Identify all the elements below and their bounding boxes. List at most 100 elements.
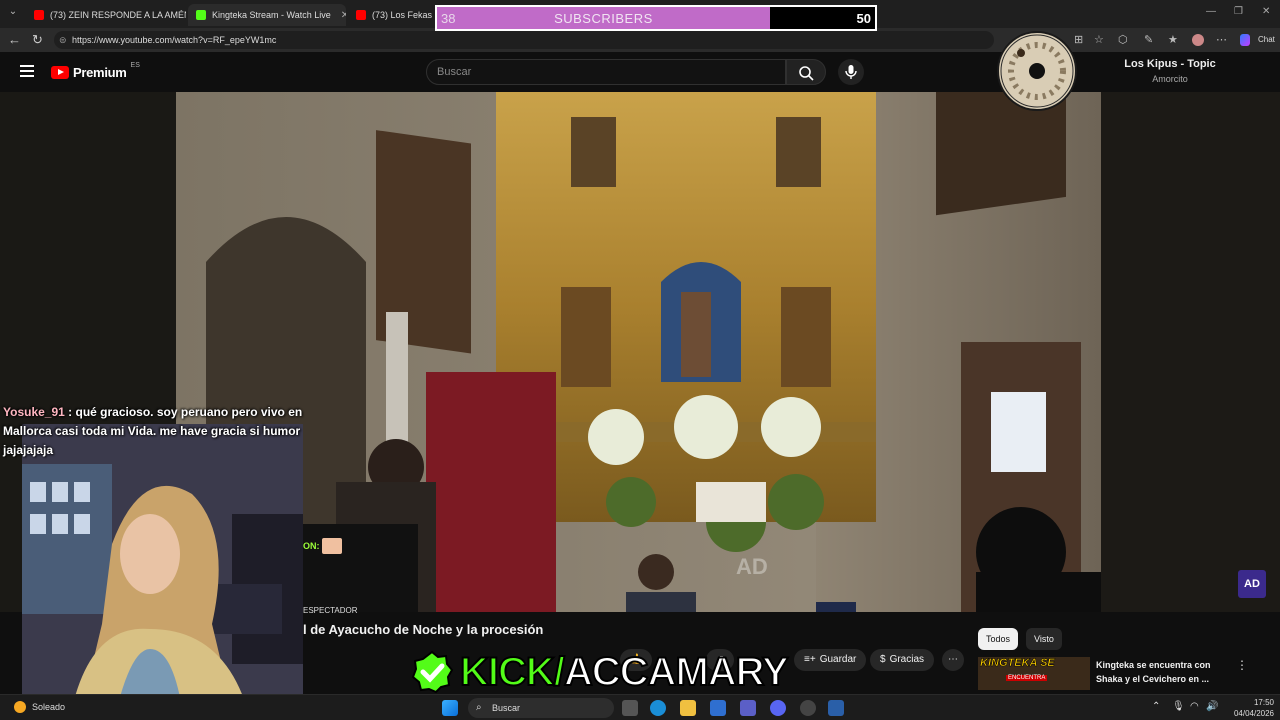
more-actions-button[interactable]: ⋯	[942, 649, 964, 671]
windows-taskbar: Soleado ⌕ Buscar ⌃ 🎙 ◠ 🔊 17:50 04/04/202…	[0, 694, 1280, 720]
overlay-on-label: ON:	[303, 541, 320, 551]
kick-favicon-icon	[196, 10, 206, 20]
search-button[interactable]	[786, 59, 826, 85]
emote-icon	[322, 538, 342, 554]
file-explorer-icon[interactable]	[680, 700, 696, 716]
copilot-icon[interactable]	[1240, 34, 1250, 46]
kick-handle: KICK/ACCAMARY	[459, 649, 790, 695]
vinyl-record-icon	[997, 31, 1077, 111]
youtube-header: Premium ES Buscar	[0, 52, 1280, 92]
clock-date: 04/04/2026	[1233, 709, 1274, 718]
minimize-icon[interactable]: —	[1206, 6, 1216, 17]
browser-tab-3[interactable]: (73) Los Fekas	[348, 4, 436, 26]
subscriber-label: SUBSCRIBERS	[554, 11, 653, 26]
youtube-premium-logo[interactable]: Premium ES	[51, 62, 140, 80]
sun-icon	[14, 701, 26, 713]
settings-app-icon[interactable]	[828, 700, 844, 716]
video-title: l de Ayacucho de Noche y la procesión	[303, 622, 544, 637]
chat-label[interactable]: Chat	[1258, 35, 1275, 44]
youtube-play-icon	[51, 66, 69, 79]
more-menu-icon[interactable]: ⋯	[1216, 34, 1228, 46]
bookmark-star-icon[interactable]: ☆	[1094, 34, 1106, 46]
thanks-button[interactable]: $ Gracias	[870, 649, 935, 671]
url-field[interactable]: ⊜ https://www.youtube.com/watch?v=RF_epe…	[54, 31, 994, 49]
thanks-icon: $	[880, 654, 886, 665]
wifi-icon[interactable]: ◠	[1190, 701, 1199, 712]
thumbnail-subtext: ENCUENTRA	[1006, 675, 1048, 681]
tray-mic-icon[interactable]: 🎙	[1172, 701, 1185, 712]
chat-message: Yosuke_91 : qué gracioso. soy peruano pe…	[3, 403, 303, 460]
kick-prefix: KICK/	[459, 649, 566, 695]
site-info-icon[interactable]: ⊜	[59, 31, 67, 49]
clock-time: 17:50	[1253, 698, 1274, 707]
filter-chip-visto[interactable]: Visto	[1026, 628, 1062, 650]
weather-label: Soleado	[32, 702, 66, 712]
search-icon: ⌕	[476, 702, 482, 713]
microphone-icon	[845, 65, 857, 79]
browser-tab-2[interactable]: Kingteka Stream - Watch Live ✕	[188, 4, 346, 26]
taskbar-clock[interactable]: 17:50 04/04/2026	[1224, 697, 1274, 719]
video-letterbox-right	[1100, 92, 1280, 612]
profile-avatar-icon[interactable]	[1192, 34, 1204, 46]
thanks-label: Gracias	[889, 654, 925, 665]
close-tab-icon[interactable]: ✕	[341, 10, 346, 21]
maximize-icon[interactable]: ❐	[1234, 6, 1243, 17]
save-playlist-icon: ≡+	[804, 654, 816, 665]
favorites-icon[interactable]: ★	[1168, 34, 1180, 46]
kick-channel-banner: KICK/ACCAMARY	[410, 649, 790, 695]
youtube-favicon-icon	[356, 10, 366, 20]
extension-icon[interactable]: ⬡	[1118, 34, 1130, 46]
more-dots-icon: ⋯	[948, 654, 958, 665]
now-playing-artist: Amorcito	[1152, 74, 1188, 84]
taskbar-search[interactable]: ⌕ Buscar	[468, 698, 614, 718]
thumbnail-text: KINGTEKA SE	[980, 657, 1055, 669]
tray-chevron-icon[interactable]: ⌃	[1152, 701, 1160, 712]
verified-badge-icon	[411, 650, 454, 694]
discord-icon[interactable]	[770, 700, 786, 716]
teams-icon[interactable]	[740, 700, 756, 716]
hamburger-menu-icon[interactable]	[20, 65, 34, 77]
youtube-favicon-icon	[34, 10, 44, 20]
tab-title: (73) ZEIN RESPONDE A LA AMÉNA	[50, 10, 186, 20]
reload-icon[interactable]: ↻	[32, 32, 43, 48]
recommended-video-thumbnail[interactable]: KINGTEKA SE ENCUENTRA	[978, 657, 1090, 690]
volume-icon[interactable]: 🔊	[1206, 701, 1218, 712]
now-playing-widget: Los Kipus - Topic Amorcito	[1100, 58, 1240, 84]
install-app-icon[interactable]: ⊞	[1074, 34, 1086, 46]
store-icon[interactable]	[710, 700, 726, 716]
obs-icon[interactable]	[800, 700, 816, 716]
channel-watermark-logo[interactable]: AD	[1238, 570, 1266, 598]
save-label: Guardar	[819, 654, 857, 665]
video-watermark: AD	[736, 554, 768, 579]
url-text: https://www.youtube.com/watch?v=RF_epeYW…	[72, 35, 277, 45]
weather-widget[interactable]: Soleado	[14, 701, 65, 713]
search-input[interactable]: Buscar	[426, 59, 786, 85]
chat-username: Yosuke_91	[3, 405, 65, 419]
search-icon	[799, 66, 814, 81]
taskbar-search-label: Buscar	[492, 703, 521, 713]
voice-search-button[interactable]	[838, 59, 864, 85]
recommended-video-title[interactable]: Kingteka se encuentra con Shaka y el Cev…	[1096, 658, 1216, 686]
edge-icon[interactable]	[650, 700, 666, 716]
tab-title: Kingteka Stream - Watch Live	[212, 10, 331, 20]
overlay-spectator-label: ESPECTADOR	[303, 606, 358, 615]
tab-search-chevron-icon[interactable]: ⌄	[4, 6, 22, 22]
recommended-more-icon[interactable]: ⋮	[1236, 658, 1248, 672]
address-bar-row: ← ↻ ⊜ https://www.youtube.com/watch?v=RF…	[0, 28, 1280, 52]
region-code: ES	[130, 62, 140, 69]
extensions-puzzle-icon[interactable]: ✎	[1144, 34, 1156, 46]
webcam-feed	[22, 424, 303, 708]
kick-username: ACCAMARY	[563, 649, 790, 695]
logo-text: Premium	[73, 65, 127, 80]
subscriber-goal-bar: 38 SUBSCRIBERS 50	[435, 5, 877, 31]
tab-title: (73) Los Fekas	[372, 10, 433, 20]
start-icon[interactable]	[442, 700, 458, 716]
back-icon[interactable]: ←	[8, 32, 21, 48]
filter-chip-todos[interactable]: Todos	[978, 628, 1019, 650]
task-view-icon[interactable]	[622, 700, 638, 716]
save-button[interactable]: ≡+ Guardar	[794, 649, 867, 671]
close-window-icon[interactable]: ✕	[1262, 6, 1270, 17]
overlay-panel	[303, 524, 418, 612]
subscriber-goal: 50	[856, 11, 871, 26]
browser-tab-1[interactable]: (73) ZEIN RESPONDE A LA AMÉNA ✕	[26, 4, 186, 26]
